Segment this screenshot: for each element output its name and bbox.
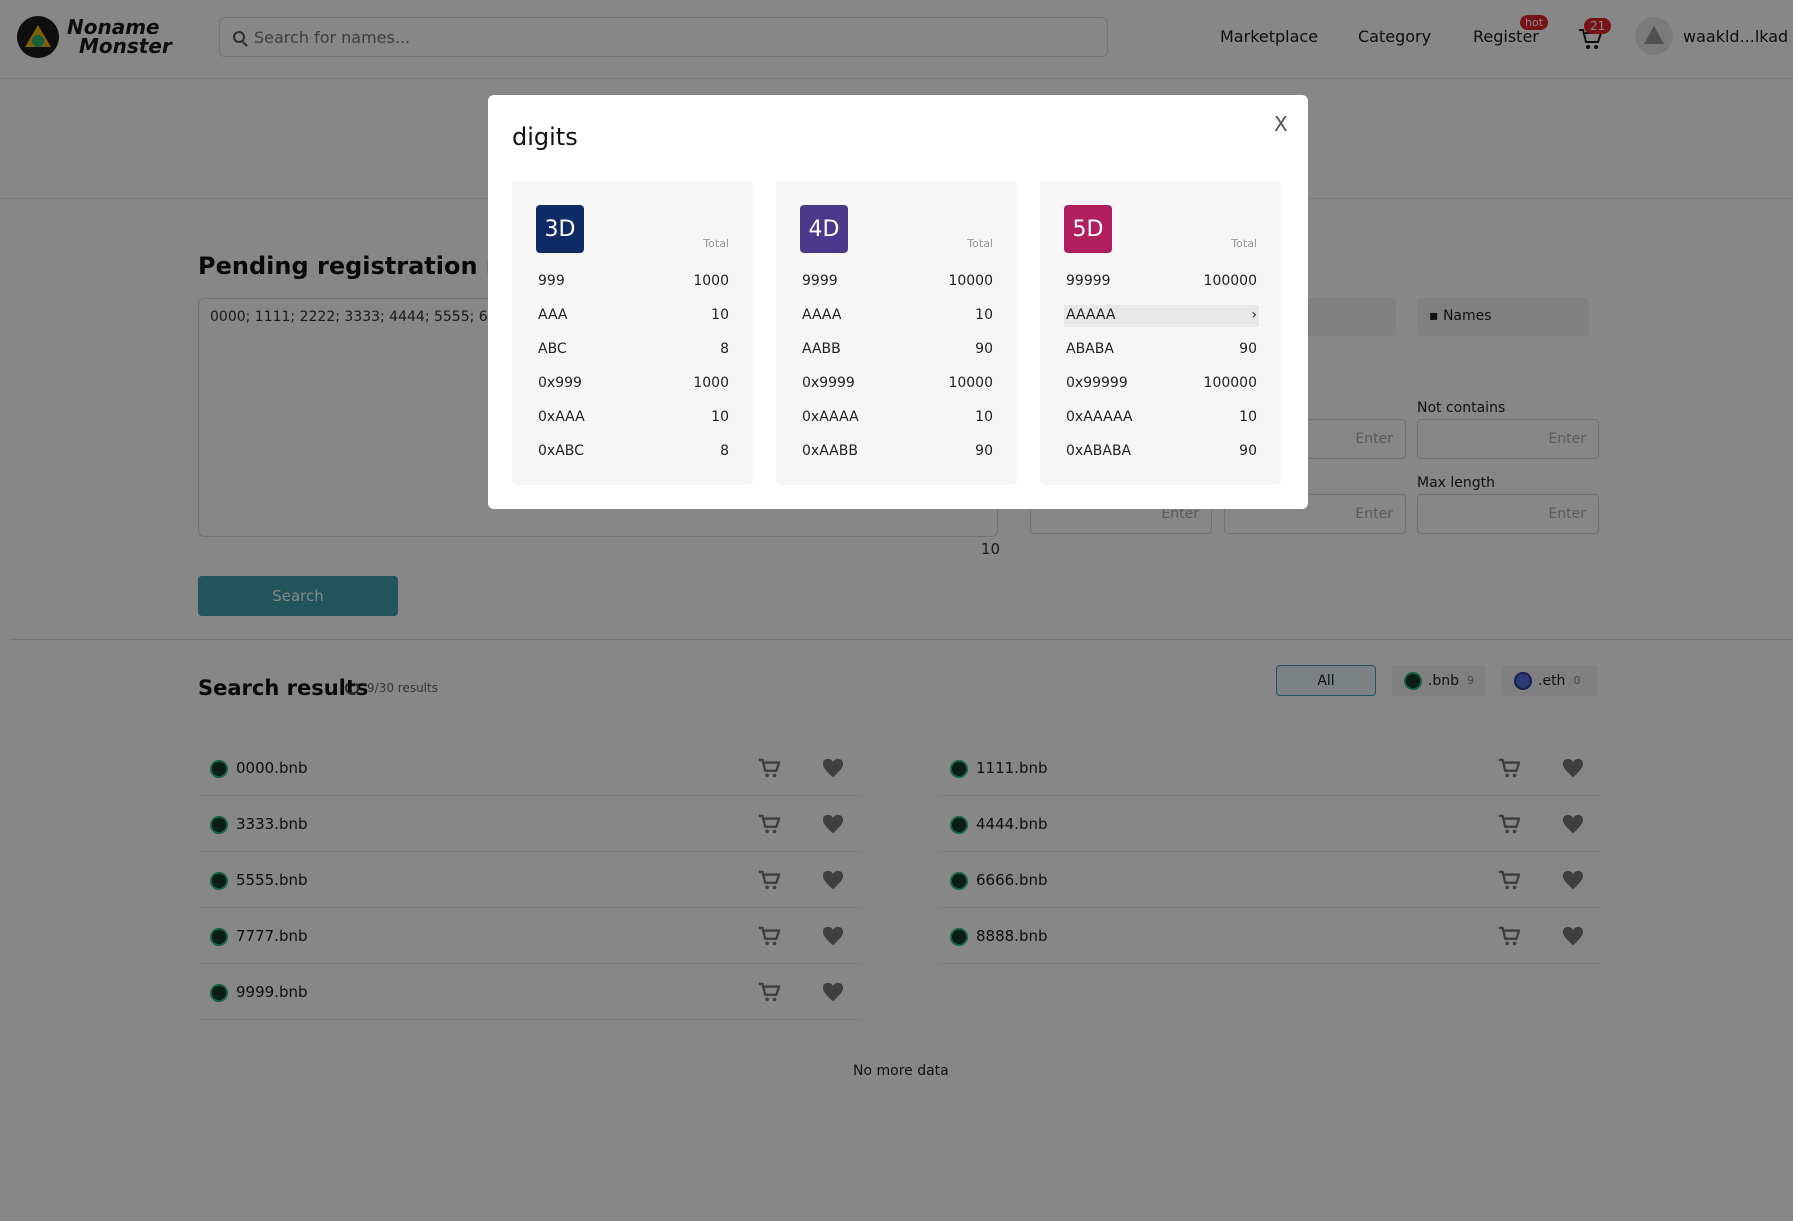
close-icon[interactable]: X <box>1274 112 1288 136</box>
category-row[interactable]: 0xAAA 10 <box>536 407 731 429</box>
category-total: 10000 <box>948 375 993 391</box>
category-row[interactable]: 0x999 1000 <box>536 373 731 395</box>
category-total: 1000 <box>693 273 729 289</box>
digit-badge-icon: 5D <box>1064 205 1112 253</box>
category-name: 999 <box>538 273 565 289</box>
category-name: 0xABC <box>538 443 584 459</box>
category-row[interactable]: ABABA 90 <box>1064 339 1259 361</box>
category-row[interactable]: 0x9999 10000 <box>800 373 995 395</box>
category-row[interactable]: AABB 90 <box>800 339 995 361</box>
category-row[interactable]: AAAAA › <box>1064 305 1259 327</box>
category-name: AABB <box>802 341 841 357</box>
category-total: 8 <box>720 341 729 357</box>
total-label: Total <box>1231 237 1257 250</box>
category-name: 99999 <box>1066 273 1111 289</box>
category-total: 100000 <box>1203 375 1257 391</box>
category-row[interactable]: AAAA 10 <box>800 305 995 327</box>
category-row[interactable]: 0xAABB 90 <box>800 441 995 463</box>
category-name: 0xAAAA <box>802 409 859 425</box>
category-row[interactable]: 0xAAAA 10 <box>800 407 995 429</box>
category-name: AAAAA <box>1066 307 1116 323</box>
category-total: 10 <box>711 409 729 425</box>
category-name: 0xABABA <box>1066 443 1132 459</box>
category-total: 90 <box>975 443 993 459</box>
category-total: 10000 <box>948 273 993 289</box>
digit-badge-icon: 4D <box>800 205 848 253</box>
category-row[interactable]: ABC 8 <box>536 339 731 361</box>
category-name: ABC <box>538 341 567 357</box>
category-row[interactable]: 999 1000 <box>536 271 731 293</box>
category-row[interactable]: 0xABC 8 <box>536 441 731 463</box>
category-total: 90 <box>975 341 993 357</box>
category-total: 10 <box>1239 409 1257 425</box>
category-total: 10 <box>711 307 729 323</box>
category-name: 0x999 <box>538 375 582 391</box>
category-total: 90 <box>1239 443 1257 459</box>
category-name: 0xAABB <box>802 443 858 459</box>
category-row[interactable]: 99999 100000 <box>1064 271 1259 293</box>
category-total: 10 <box>975 409 993 425</box>
category-total: 90 <box>1239 341 1257 357</box>
digit-card: 5D Total 99999 100000 AAAAA › ABABA 90 0x99999 10… <box>1040 181 1281 485</box>
category-row[interactable]: 0xAAAAA 10 <box>1064 407 1259 429</box>
category-name: 0xAAAAA <box>1066 409 1133 425</box>
digit-card: 4D Total 9999 10000 AAAA 10 AABB 90 0x9999 10000 0… <box>776 181 1017 485</box>
category-name: 0x9999 <box>802 375 855 391</box>
category-name: 9999 <box>802 273 838 289</box>
category-total: 100000 <box>1203 273 1257 289</box>
category-name: 0xAAA <box>538 409 585 425</box>
category-total: › <box>1251 307 1257 323</box>
category-row[interactable]: AAA 10 <box>536 305 731 327</box>
category-name: 0x99999 <box>1066 375 1128 391</box>
total-label: Total <box>703 237 729 250</box>
total-label: Total <box>967 237 993 250</box>
category-total: 10 <box>975 307 993 323</box>
digit-card: 3D Total 999 1000 AAA 10 ABC 8 0x999 1000 0xAAA 10 0… <box>512 181 753 485</box>
category-name: AAAA <box>802 307 842 323</box>
category-total: 1000 <box>693 375 729 391</box>
category-total: 8 <box>720 443 729 459</box>
category-name: ABABA <box>1066 341 1114 357</box>
modal-title: digits <box>512 123 578 151</box>
digits-modal: digits X 3D Total 999 1000 AAA 10 ABC 8 0x999 100… <box>488 95 1308 509</box>
category-row[interactable]: 0x99999 100000 <box>1064 373 1259 395</box>
category-row[interactable]: 0xABABA 90 <box>1064 441 1259 463</box>
category-row[interactable]: 9999 10000 <box>800 271 995 293</box>
digit-badge-icon: 3D <box>536 205 584 253</box>
category-name: AAA <box>538 307 568 323</box>
